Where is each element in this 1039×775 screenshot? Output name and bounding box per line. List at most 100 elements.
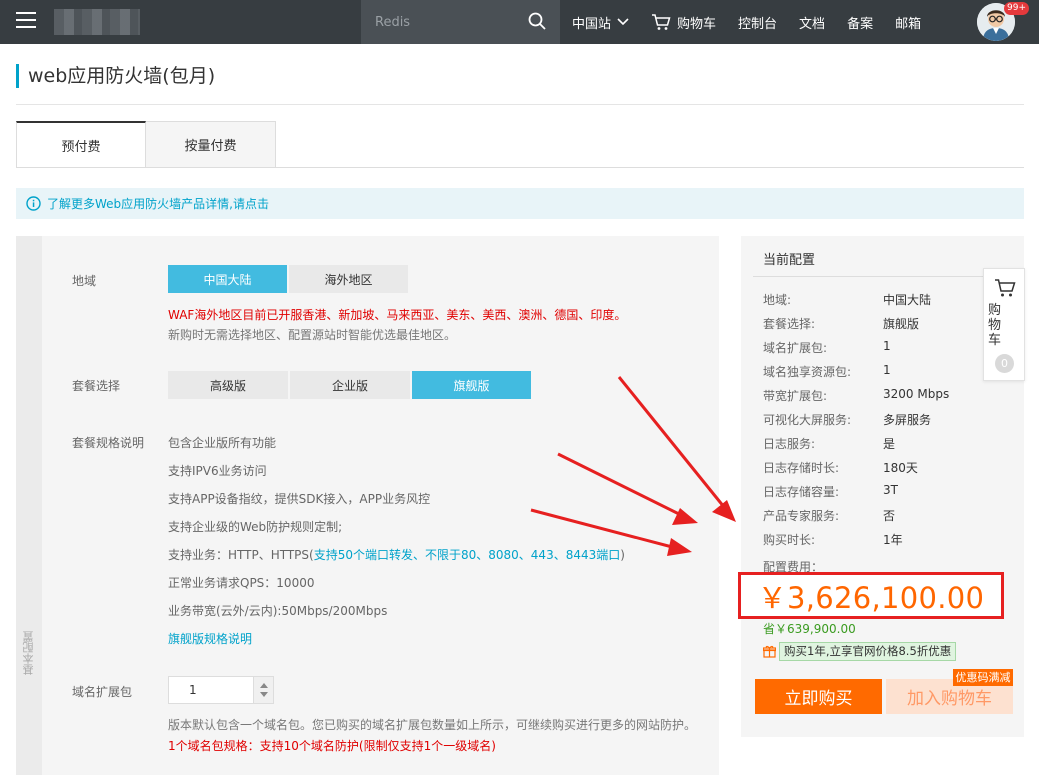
config-panel: 基本配置 地域 中国大陆 海外地区 WAF海外地区目前已开服香港、新加坡、马来西…	[16, 236, 719, 775]
region-option-overseas[interactable]: 海外地区	[289, 265, 410, 293]
summary-key: 域名独享资源包:	[763, 365, 852, 379]
search-icon[interactable]	[528, 12, 546, 30]
summary-row: 购买时长: 1年	[763, 531, 993, 549]
region-note-grey: 新购时无需选择地区、配置源站时智能优选最佳地区。	[168, 328, 457, 342]
summary-value: 1	[883, 363, 891, 377]
summary-panel: 当前配置 地域: 中国大陆 套餐选择: 旗舰版 域名扩展包: 1 域名独享资源包: 1 …	[741, 236, 1024, 737]
side-tab-label: 基本配置	[22, 631, 35, 675]
region-option-mainland[interactable]: 中国大陆	[168, 265, 289, 293]
nav-beian-link[interactable]: 备案	[847, 13, 873, 32]
summary-value: 否	[883, 509, 896, 523]
region-note-red: WAF海外地区目前已开服香港、新加坡、马来西亚、美东、美西、澳洲、德国、印度。	[168, 308, 627, 322]
summary-value: 3T	[883, 483, 898, 497]
summary-value: 3200 Mbps	[883, 387, 950, 401]
search-box	[361, 0, 560, 44]
summary-key: 域名扩展包:	[763, 341, 828, 355]
promo-tag: 购买1年,立享官网价格8.5折优惠	[763, 642, 957, 661]
package-selector-group: 高级版 企业版 旗舰版	[168, 371, 533, 399]
domain-note-red: 1个域名包规格：支持10个域名防护(限制仅支持1个一级域名)	[168, 739, 496, 753]
tab-pay-as-you-go[interactable]: 按量付费	[146, 121, 276, 168]
summary-row: 产品专家服务: 否	[763, 507, 993, 525]
summary-row: 地域: 中国大陆	[763, 291, 993, 309]
spec-line-2: 支持IPV6业务访问	[168, 464, 267, 478]
buy-now-button[interactable]: 立即购买	[755, 679, 882, 714]
floating-cart-label: 购物车	[988, 303, 1002, 348]
summary-row: 日志存储容量: 3T	[763, 483, 993, 501]
cart-icon	[652, 14, 671, 30]
decrement-icon[interactable]	[259, 692, 268, 697]
region-label: 地域	[72, 274, 97, 288]
cart-icon	[995, 279, 1016, 297]
summary-divider	[753, 276, 1012, 277]
summary-row: 日志存储时长: 180天	[763, 459, 993, 477]
summary-row: 域名独享资源包: 1	[763, 363, 993, 381]
summary-key: 日志存储时长:	[763, 461, 840, 475]
summary-key: 日志服务:	[763, 437, 816, 451]
summary-key: 产品专家服务:	[763, 509, 840, 523]
nav-docs-link[interactable]: 文档	[799, 13, 825, 32]
spec-protocols: 支持业务：HTTP、HTTPS(支持50个端口转发、不限于80、8080、443…	[168, 546, 625, 563]
flagship-spec-link[interactable]: 旗舰版规格说明	[168, 630, 252, 647]
info-icon	[26, 196, 41, 211]
search-input[interactable]	[361, 0, 521, 44]
logo[interactable]	[54, 9, 140, 35]
package-option-flagship[interactable]: 旗舰版	[412, 371, 533, 399]
summary-key: 地域:	[763, 293, 792, 307]
price-highlight-box: ￥3,626,100.00	[738, 572, 1004, 619]
savings-amount: 省￥639,900.00	[763, 622, 856, 636]
summary-key: 日志存储容量:	[763, 485, 840, 499]
summary-value: 是	[883, 437, 896, 451]
floating-cart-count: 0	[995, 354, 1014, 373]
domain-pack-stepper	[168, 676, 274, 704]
spec-ports-note: 支持50个端口转发、不限于80、8080、443、8443端口	[313, 548, 621, 562]
summary-row: 域名扩展包: 1	[763, 339, 993, 357]
package-option-advanced[interactable]: 高级版	[168, 371, 290, 399]
page-title: web应用防火墙(包月)	[16, 64, 215, 88]
domain-note-grey: 版本默认包含一个域名包。您已购买的域名扩展包数量如上所示，可继续购买进行更多的网…	[168, 718, 697, 732]
tab-prepaid[interactable]: 预付费	[16, 121, 146, 168]
summary-row: 可视化大屏服务: 多屏服务	[763, 411, 993, 429]
domain-pack-label: 域名扩展包	[72, 685, 133, 699]
spec-protocols-prefix: 支持业务：HTTP、HTTPS(	[168, 548, 314, 562]
total-price: ￥3,626,100.00	[757, 580, 985, 615]
nav-console-link[interactable]: 控制台	[738, 13, 777, 32]
product-details-link[interactable]: 了解更多Web应用防火墙产品详情,请点击	[47, 195, 269, 212]
stepper-arrows	[253, 677, 273, 703]
spec-line-3: 支持APP设备指纹，提供SDK接入，APP业务风控	[168, 492, 431, 506]
increment-icon[interactable]	[259, 683, 268, 688]
spec-bandwidth: 业务带宽(云外/云内):50Mbps/200Mbps	[168, 604, 388, 618]
summary-key: 套餐选择:	[763, 317, 816, 331]
spec-label: 套餐规格说明	[72, 436, 145, 450]
region-selector-group: 中国大陆 海外地区	[168, 265, 410, 293]
info-bar: 了解更多Web应用防火墙产品详情,请点击	[16, 188, 1024, 219]
summary-value: 旗舰版	[883, 317, 920, 331]
summary-value: 多屏服务	[883, 413, 932, 427]
region-label: 中国站	[572, 16, 612, 32]
menu-icon[interactable]	[16, 12, 36, 30]
package-option-enterprise[interactable]: 企业版	[290, 371, 412, 399]
domain-pack-input[interactable]	[169, 677, 253, 703]
summary-value: 1	[883, 339, 891, 353]
package-label: 套餐选择	[72, 379, 121, 393]
spec-qps: 正常业务请求QPS：10000	[168, 576, 315, 590]
spec-line-4: 支持企业级的Web防护规则定制;	[168, 520, 343, 534]
summary-row: 套餐选择: 旗舰版	[763, 315, 993, 333]
promo-text: 购买1年,立享官网价格8.5折优惠	[779, 642, 957, 661]
summary-value: 180天	[883, 461, 918, 475]
floating-cart[interactable]: 购物车 0	[983, 268, 1025, 381]
basic-config-side-tab: 基本配置	[16, 236, 42, 775]
nav-mail-link[interactable]: 邮箱	[895, 13, 921, 32]
billing-tabs: 预付费 按量付费	[16, 121, 276, 168]
gift-icon	[763, 645, 776, 658]
nav-cart-link[interactable]: 购物车	[651, 13, 716, 32]
summary-key: 可视化大屏服务:	[763, 413, 852, 427]
region-selector[interactable]: 中国站	[572, 13, 629, 32]
notification-badge: 99+	[1004, 2, 1029, 15]
cart-label: 购物车	[677, 16, 717, 32]
tabs-divider	[16, 167, 1024, 168]
summary-value: 中国大陆	[883, 293, 932, 307]
top-nav: 中国站 购物车 控制台 文档 备案 邮箱 99+	[0, 0, 1039, 44]
coupon-badge: 优惠码满减	[953, 669, 1013, 686]
summary-key: 带宽扩展包:	[763, 389, 828, 403]
chevron-down-icon	[617, 18, 629, 26]
